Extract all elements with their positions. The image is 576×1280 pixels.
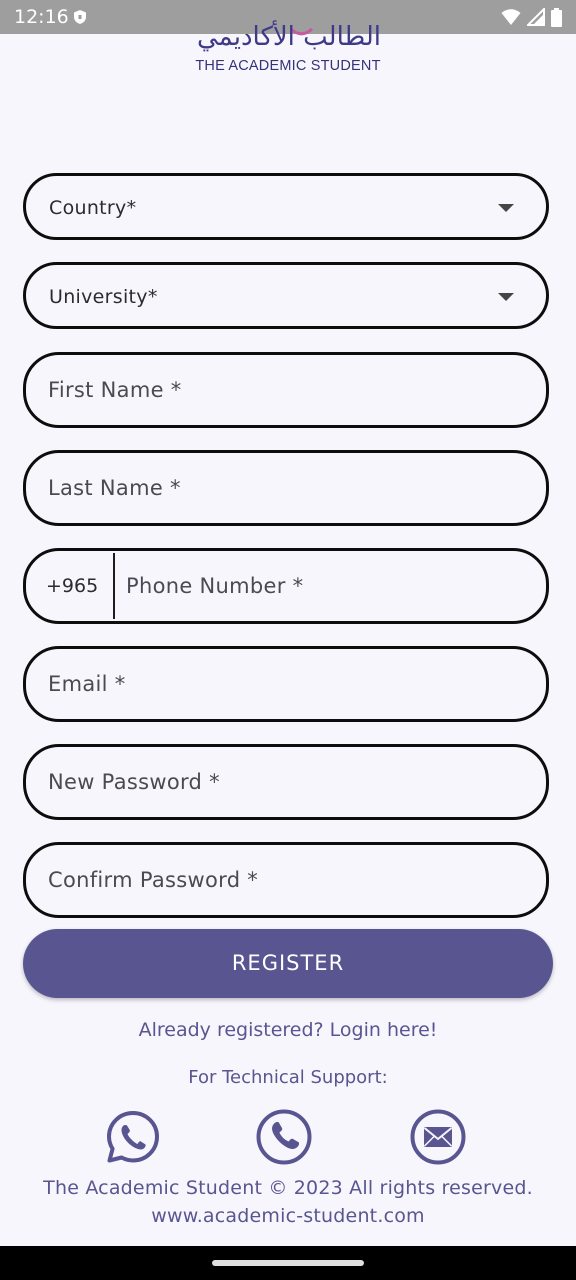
first-name-field[interactable]: First Name * <box>23 352 549 428</box>
email-field[interactable]: Email * <box>23 646 549 722</box>
whatsapp-icon[interactable] <box>104 1108 162 1166</box>
phone-field[interactable]: +965 Phone Number * <box>23 548 549 624</box>
new-password-field[interactable]: New Password * <box>23 744 549 820</box>
first-name-placeholder: First Name * <box>48 378 182 402</box>
logo-arabic-name: الطالب الأكاديمي <box>197 22 381 52</box>
system-navigation-bar <box>0 1246 576 1280</box>
register-button[interactable]: REGISTER <box>23 929 553 998</box>
battery-icon <box>551 7 562 27</box>
country-select-label: Country* <box>49 197 137 219</box>
new-password-placeholder: New Password * <box>48 770 220 794</box>
phone-icon[interactable] <box>255 1108 313 1166</box>
email-placeholder: Email * <box>48 672 126 696</box>
phone-country-code[interactable]: +965 <box>46 575 98 597</box>
confirm-password-field[interactable]: Confirm Password * <box>23 842 549 918</box>
website-link[interactable]: www.academic-student.com <box>0 1205 576 1227</box>
last-name-field[interactable]: Last Name * <box>23 450 549 526</box>
email-icon[interactable] <box>409 1108 467 1166</box>
technical-support-label: For Technical Support: <box>188 1067 388 1088</box>
last-name-placeholder: Last Name * <box>48 476 181 500</box>
wifi-icon <box>501 9 521 25</box>
signal-icon <box>527 8 545 26</box>
status-time: 12:16 <box>14 6 69 28</box>
dropdown-arrow-icon <box>498 204 514 212</box>
country-select[interactable]: Country* <box>23 173 549 240</box>
logo-english-name: THE ACADEMIC STUDENT <box>195 58 381 74</box>
app-logo: الطالب الأكاديمي THE ACADEMIC STUDENT <box>0 22 576 86</box>
university-select[interactable]: University* <box>23 262 549 329</box>
shield-icon <box>74 10 86 24</box>
phone-number-placeholder: Phone Number * <box>126 574 304 598</box>
dropdown-arrow-icon <box>498 293 514 301</box>
copyright-text: The Academic Student © 2023 All rights r… <box>43 1177 533 1199</box>
login-link[interactable]: Already registered? Login here! <box>0 1019 576 1041</box>
phone-divider <box>113 553 115 619</box>
confirm-password-placeholder: Confirm Password * <box>48 868 259 892</box>
home-gesture-handle[interactable] <box>212 1260 364 1266</box>
university-select-label: University* <box>49 286 158 308</box>
status-indicators <box>501 7 562 27</box>
register-screen: 12:16 الطالب الأكاديمي THE ACADEMIC STUD… <box>0 0 576 1280</box>
